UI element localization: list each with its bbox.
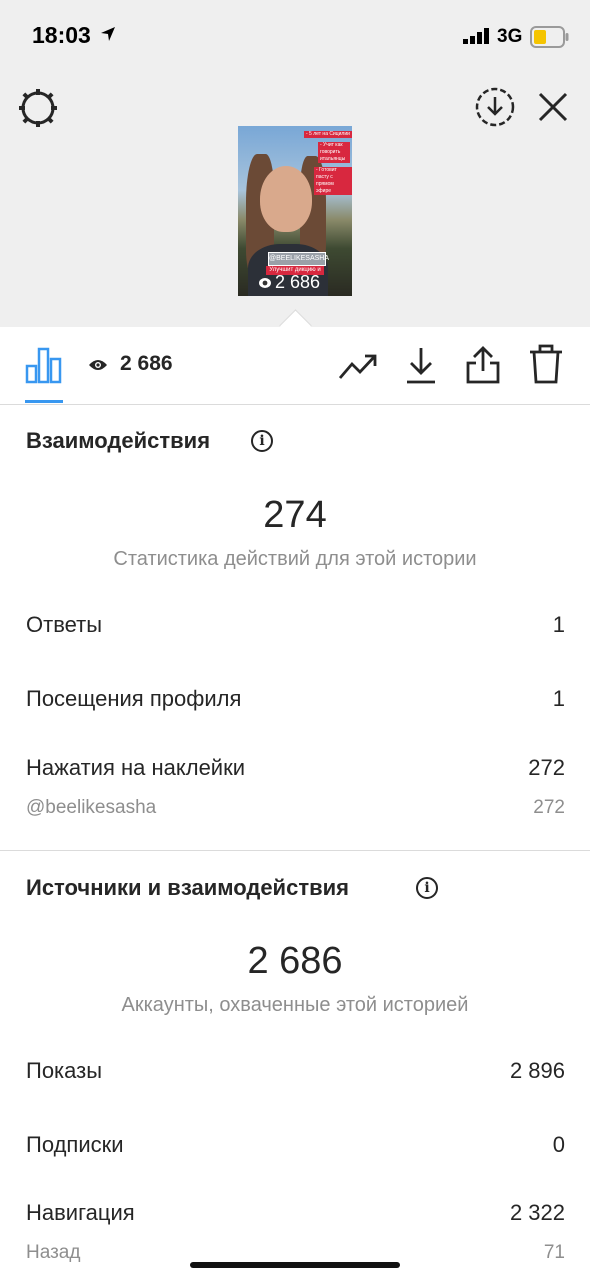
close-icon[interactable] xyxy=(537,91,569,123)
back-value: 71 xyxy=(543,1242,565,1263)
save-story-icon[interactable] xyxy=(474,86,516,128)
home-indicator[interactable] xyxy=(190,1262,400,1268)
follows-value: 0 xyxy=(552,1132,565,1157)
replies-value: 1 xyxy=(552,612,565,637)
profile-visits-label: Посещения профиля xyxy=(26,686,242,711)
toolbar-view-count: 2 686 xyxy=(120,352,173,375)
profile-visits-value: 1 xyxy=(552,686,565,711)
battery-icon xyxy=(530,26,569,48)
discovery-caption: Аккаунты, охваченные этой историей xyxy=(121,994,469,1016)
interactions-total: 274 xyxy=(263,494,327,536)
navigation-value: 2 322 xyxy=(509,1200,565,1225)
impressions-label: Показы xyxy=(26,1058,103,1083)
follows-label: Подписки xyxy=(26,1132,124,1157)
settings-gear-icon[interactable] xyxy=(18,88,58,128)
discovery-info-icon[interactable]: i xyxy=(416,877,438,899)
download-icon[interactable] xyxy=(404,345,438,385)
network-type: 3G xyxy=(497,26,523,47)
back-label: Назад xyxy=(26,1242,81,1263)
sticker-taps-label: Нажатия на наклейки xyxy=(26,755,246,780)
thumbnail-views-text: 2 686 xyxy=(275,272,321,292)
mention-sticker: @BEELIKESASHA xyxy=(268,252,329,266)
navigation-label: Навигация xyxy=(26,1200,135,1225)
story-image-face xyxy=(260,166,312,232)
impressions-value: 2 896 xyxy=(509,1058,565,1083)
sticker-mention-value: 272 xyxy=(533,797,565,818)
cellular-signal-icon xyxy=(463,28,489,44)
status-time: 18:03 xyxy=(32,22,91,48)
interactions-section-title: Взаимодействия xyxy=(26,428,211,453)
active-tab-indicator xyxy=(25,400,63,403)
delete-trash-icon[interactable] xyxy=(528,343,564,385)
story-thumbnail[interactable]: - 5 лет на Сицилии - Учит как говорить и… xyxy=(238,126,352,296)
interactions-info-icon[interactable]: i xyxy=(251,430,273,452)
section-divider xyxy=(0,850,590,851)
promote-trend-icon[interactable] xyxy=(338,348,378,382)
story-tag: - 5 лет на Сицилии xyxy=(304,131,352,138)
interactions-caption: Статистика действий для этой истории xyxy=(113,548,477,570)
replies-label: Ответы xyxy=(26,612,103,637)
stats-bar-chart-icon[interactable] xyxy=(25,346,63,384)
story-tag: - Готовит пасту с прямом эфире xyxy=(314,167,352,195)
views-eye-icon xyxy=(89,360,107,370)
discovery-section-title: Источники и взаимодействия xyxy=(26,875,349,900)
discovery-total: 2 686 xyxy=(247,940,343,982)
share-icon[interactable] xyxy=(465,345,501,385)
eye-icon xyxy=(259,277,271,288)
sticker-mention-label: @beelikesasha xyxy=(26,797,157,818)
sticker-taps-value: 272 xyxy=(528,755,565,780)
location-arrow-icon xyxy=(101,27,115,41)
story-tag: - Учит как говорить итальянцы xyxy=(318,142,350,163)
thumbnail-view-count: 2 686 xyxy=(258,272,320,293)
